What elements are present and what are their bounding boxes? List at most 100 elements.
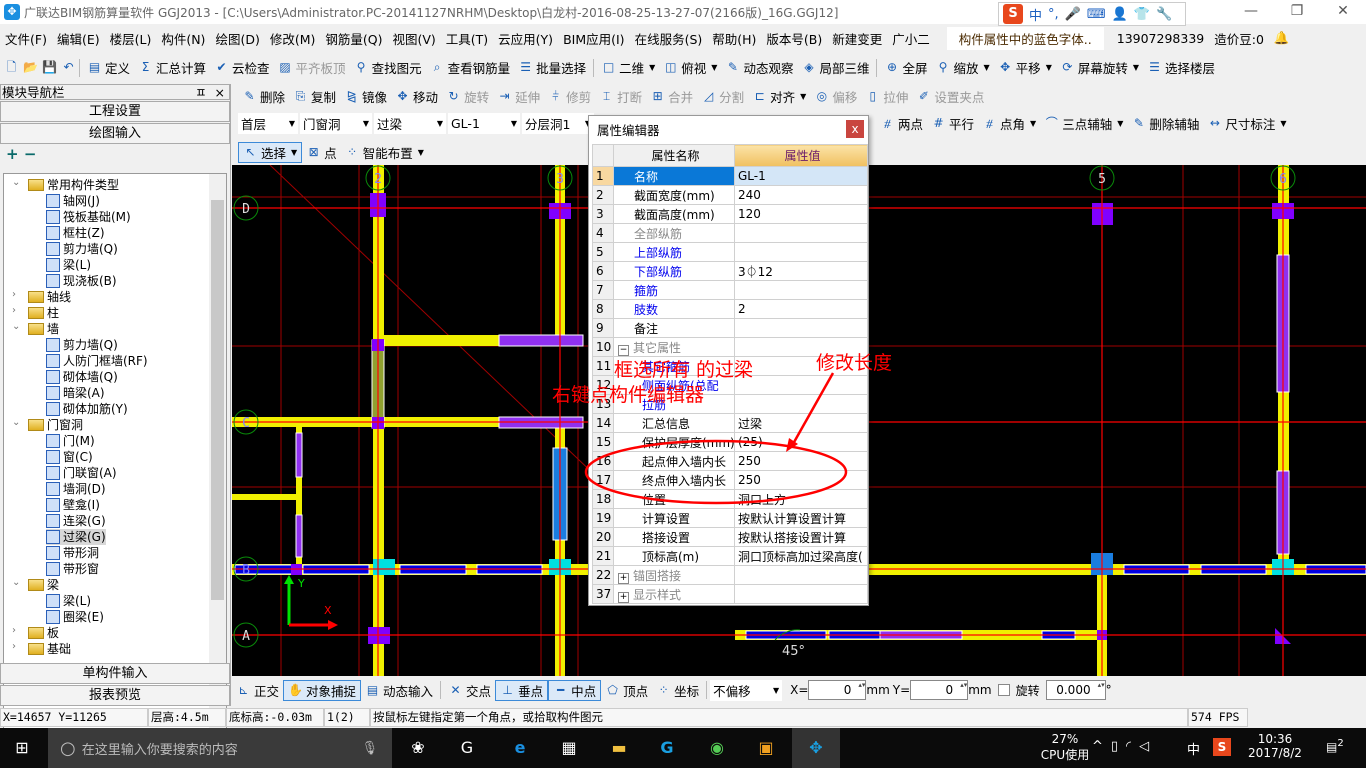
chevron-right-icon[interactable]: › [12, 641, 22, 652]
tree-item[interactable]: 现浇板(B) [46, 273, 117, 289]
rotate-input[interactable]: 0.000 [1045, 680, 1106, 700]
collapse-icon[interactable]: − [618, 344, 629, 356]
minimize-button[interactable]: — [1228, 0, 1274, 24]
menu-item[interactable]: 新建变更 [827, 29, 887, 48]
restore-button[interactable]: ❐ [1274, 0, 1320, 24]
edit-button[interactable]: ↻ 旋转 [442, 86, 493, 107]
offset-mode-select[interactable]: 不偏移 ▼ [710, 679, 783, 701]
ime-item[interactable]: S [1003, 4, 1023, 24]
property-value[interactable]: 洞口顶标高加过梁高度( [734, 546, 868, 566]
property-value[interactable]: 2 [734, 299, 868, 319]
property-value[interactable]: 过梁 [734, 413, 868, 433]
chevron-right-icon[interactable]: › [12, 625, 22, 636]
select-button[interactable]: ↖ 选择 ▼ [238, 142, 303, 163]
toolbar1-button[interactable]: ◫ 俯视 ▼ [659, 57, 721, 78]
dropdown-arrow-icon[interactable]: ▼ [984, 63, 990, 72]
tree-folder[interactable]: 轴线 [28, 289, 71, 305]
tree-folder[interactable]: 常用构件类型 [28, 177, 119, 193]
pin-icon[interactable]: ㅍ [195, 85, 207, 100]
expand-icon[interactable]: + [618, 591, 629, 603]
category-select[interactable]: 门窗洞 ▼ [300, 113, 372, 134]
tray-icons[interactable]: ^▯◜◁ [1092, 739, 1157, 754]
property-row[interactable]: 4 全部纵筋 [592, 223, 868, 243]
menu-item[interactable]: 工具(T) [441, 29, 493, 48]
tree-item[interactable]: 连梁(G) [46, 513, 106, 529]
floor-select[interactable]: 首层 ▼ [238, 113, 298, 134]
edit-button[interactable]: ⫩ 修剪 [544, 86, 595, 107]
tree-item[interactable]: 带形窗 [46, 561, 99, 577]
close-button[interactable]: ✕ [1320, 0, 1366, 24]
toolbar1-button[interactable]: ⟳ 屏幕旋转 ▼ [1056, 57, 1143, 78]
toolbar1-button[interactable]: ▤ 定义 [83, 57, 134, 78]
x-input[interactable]: 0 [808, 680, 867, 700]
edit-button[interactable]: ◎ 偏移 [810, 86, 861, 107]
snap-button[interactable]: ⬠ 顶点 [601, 680, 652, 701]
edit-button[interactable]: ✐ 设置夹点 [912, 86, 988, 107]
dropdown-arrow-icon[interactable]: ▼ [800, 92, 806, 101]
property-row[interactable]: 8 肢数 2 [592, 299, 868, 319]
menu-item[interactable]: 视图(V) [387, 29, 440, 48]
property-value[interactable] [734, 394, 868, 414]
property-value[interactable] [734, 584, 868, 604]
property-value[interactable] [734, 318, 868, 338]
property-row[interactable]: 9 备注 [592, 318, 868, 338]
y-input[interactable]: 0 [910, 680, 969, 700]
edit-button[interactable]: ◿ 分割 [697, 86, 748, 107]
notification-center[interactable]: ▤2 [1326, 738, 1344, 754]
app-icon-orange[interactable]: ▣ [754, 736, 778, 760]
toolbar1-button[interactable]: ▨ 平齐板顶 [274, 57, 350, 78]
axis-tool-button[interactable]: # 平行 [927, 113, 978, 134]
property-value[interactable]: 240 [734, 185, 868, 205]
axis-tool-button[interactable]: ⧣ 点角 ▼ [978, 113, 1040, 134]
toolbar1-button[interactable]: ⚲ 查找图元 [350, 57, 426, 78]
tree-item[interactable]: 门联窗(A) [46, 465, 117, 481]
scroll-thumb[interactable] [211, 200, 224, 600]
property-row[interactable]: 3 截面高度(mm) 120 [592, 204, 868, 224]
tree-item[interactable]: 墙洞(D) [46, 481, 106, 497]
app-icon-1[interactable]: ❀ [406, 736, 430, 760]
dropdown-arrow-icon[interactable]: ▼ [1117, 119, 1123, 128]
glodon-icon[interactable]: G [655, 736, 679, 760]
property-row[interactable]: 16 起点伸入墙内长 250 [592, 451, 868, 471]
edit-button[interactable]: ⧎ 镜像 [340, 86, 391, 107]
tree-item[interactable]: 过梁(G) [46, 529, 106, 545]
point-button[interactable]: ⊠ 点 [302, 142, 341, 163]
property-row[interactable]: 20 搭接设置 按默认搭接设置计算 [592, 527, 868, 547]
dropdown-arrow-icon[interactable]: ▼ [1030, 119, 1036, 128]
tree-item[interactable]: 梁(L) [46, 257, 91, 273]
snap-button[interactable]: ⊾ 正交 [232, 680, 283, 701]
snap-button[interactable]: ✋ 对象捕捉 [283, 679, 362, 701]
layer-select[interactable]: 分层洞1▼ [522, 113, 594, 134]
chevron-down-icon[interactable]: ⌄ [12, 417, 22, 428]
dropdown-arrow-icon[interactable]: ▼ [418, 148, 424, 157]
snap-button[interactable]: ⊥ 垂点 [495, 679, 549, 701]
menu-item[interactable]: BIM应用(I) [558, 29, 630, 48]
undo-icon[interactable]: ↶ [61, 60, 76, 75]
edit-button[interactable]: ✥ 移动 [391, 86, 442, 107]
account-menu[interactable]: 13907298339 [1112, 31, 1209, 46]
dropdown-arrow-icon[interactable]: ▼ [291, 148, 297, 157]
start-button[interactable]: ⊞ [10, 736, 34, 760]
tree-scrollbar[interactable] [209, 174, 226, 740]
chevron-right-icon[interactable]: › [12, 305, 22, 316]
dropdown-arrow-icon[interactable]: ▼ [1133, 63, 1139, 72]
property-value[interactable] [734, 375, 868, 395]
property-row[interactable]: 6 下部纵筋 3⏀12 [592, 261, 868, 281]
property-value[interactable]: 3⏀12 [734, 261, 868, 281]
snap-button[interactable]: ▤ 动态输入 [361, 680, 437, 701]
open-file-icon[interactable]: 📂 [23, 60, 38, 75]
file-explorer-icon[interactable]: ▬ [607, 736, 631, 760]
section-drawing-input[interactable]: 绘图输入 [0, 123, 230, 144]
axis-tool-button[interactable]: ⧣ 两点 [876, 113, 927, 134]
section-single-component-input[interactable]: 单构件输入 [0, 663, 230, 684]
snap-button[interactable]: ━ 中点 [548, 679, 602, 701]
chevron-down-icon[interactable]: ⌄ [12, 321, 22, 332]
chevron-down-icon[interactable]: ⌄ [12, 577, 22, 588]
tree-item[interactable]: 圈梁(E) [46, 609, 104, 625]
edit-button[interactable]: ⊏ 对齐 ▼ [748, 86, 810, 107]
tree-item[interactable]: 暗梁(A) [46, 385, 105, 401]
toolbar1-button[interactable]: ◈ 局部三维 [797, 57, 873, 78]
property-row[interactable]: 21 顶标高(m) 洞口顶标高加过梁高度( [592, 546, 868, 566]
dropdown-arrow-icon[interactable]: ▼ [1280, 119, 1286, 128]
ime-item[interactable]: 👕 [1134, 7, 1150, 22]
